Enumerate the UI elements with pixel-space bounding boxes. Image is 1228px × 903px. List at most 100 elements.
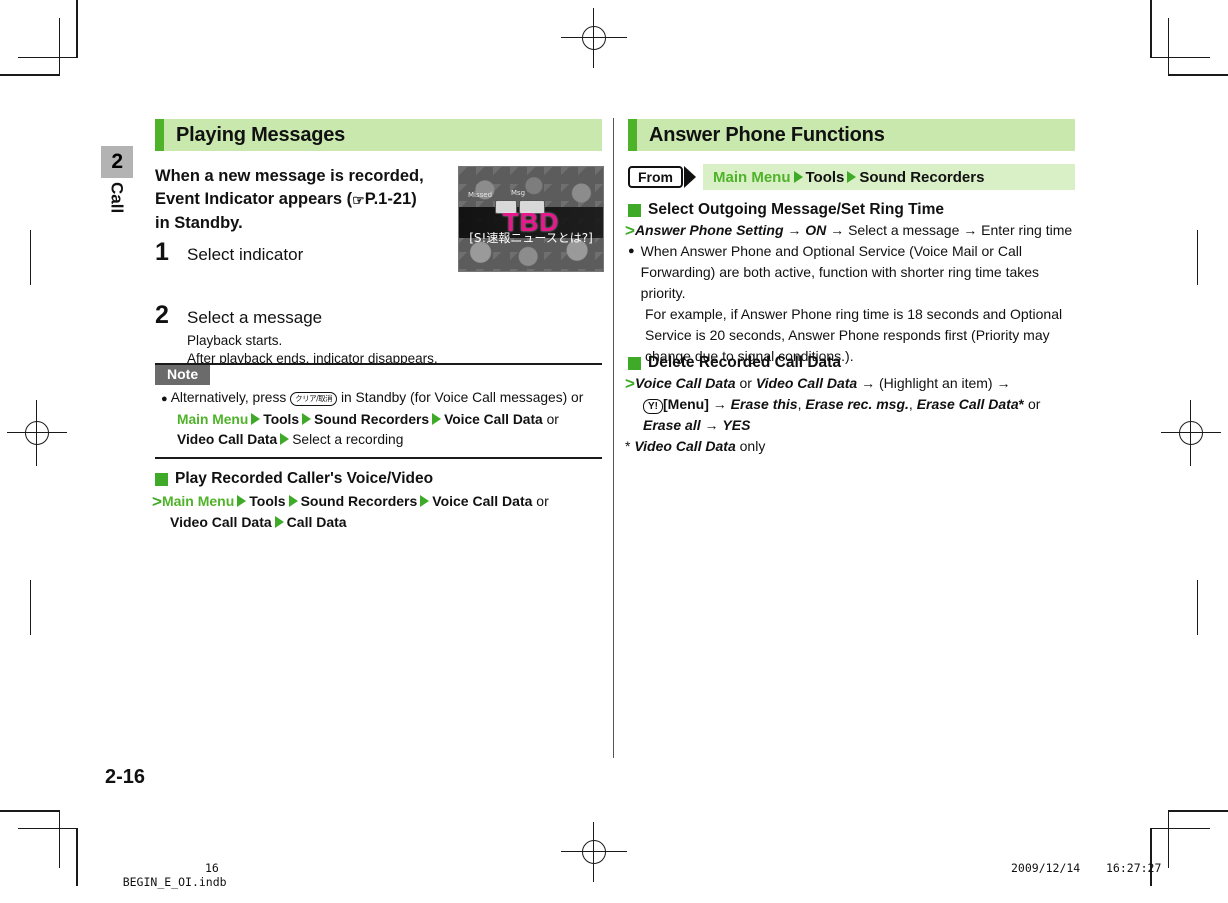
- lead-line-2-text: Event Indicator appears (: [155, 190, 353, 208]
- trim-mark-bottom-right-v: [1168, 811, 1169, 868]
- proc-sep-1: →: [783, 222, 806, 238]
- proc-line-1-tail: or: [536, 493, 549, 509]
- proc-video-call-data: Video Call Data: [755, 375, 858, 391]
- arrow-icon: [432, 412, 442, 425]
- arrow-icon: [847, 171, 857, 183]
- section-accent-bar: [628, 119, 637, 151]
- proc-yes: YES: [722, 417, 751, 433]
- trim-mark-top-right-h: [1151, 57, 1210, 58]
- crop-mark-bottom-right-h: [1168, 810, 1228, 812]
- note-path-voice-call-data: Voice Call Data: [444, 411, 543, 427]
- left-section-header: Playing Messages: [155, 119, 602, 151]
- trim-mark-top-right-v: [1168, 18, 1169, 75]
- left-subsection-heading-text: Play Recorded Caller's Voice/Video: [175, 470, 434, 487]
- screenshot-caption: [S!速報ニュースとは?]: [469, 231, 593, 246]
- section-accent-bar: [155, 119, 164, 151]
- step-2: 2 Select a message Playback starts. Afte…: [155, 303, 575, 368]
- left-proc-line-1: >Main Menu Tools Sound Recorders Voice Call…: [152, 491, 602, 512]
- proc-video-call-data: Video Call Data: [170, 514, 272, 530]
- lead-line-1: When a new message is recorded,: [155, 167, 424, 185]
- proc-arrow-text-1: → (Highlight an item) →: [861, 375, 1011, 391]
- right-block-2-heading: Delete Recorded Call Data: [628, 354, 841, 372]
- from-path-main-menu: Main Menu: [713, 168, 791, 186]
- right-proc2-line-2: Y! [Menu] → Erase this, Erase rec. msg., …: [625, 394, 1080, 415]
- lead-line-2: Event Indicator appears (☞P.1-21): [155, 188, 445, 212]
- note-body: ● Alternatively, press クリア/取消 in Standby…: [155, 385, 602, 457]
- right-block-2-heading-text: Delete Recorded Call Data: [648, 354, 841, 371]
- arrow-icon: [793, 171, 803, 183]
- proc-comma-2: ,: [908, 396, 913, 412]
- screenshot-mini-label-missed: Missed: [468, 191, 493, 199]
- chevron-right-icon: >: [625, 374, 635, 393]
- proc-or-1: or: [739, 375, 752, 391]
- from-arrow-icon: [684, 166, 696, 188]
- footer-date: 2009/12/14: [1011, 861, 1081, 875]
- green-square-icon: [155, 472, 168, 486]
- side-tick-left-lower: [30, 580, 31, 635]
- chevron-right-icon: >: [152, 492, 162, 511]
- menu-key-icon: Y!: [643, 399, 663, 414]
- note-line-2: Main Menu Tools Sound Recorders Voice Call …: [161, 410, 596, 431]
- footnote-asterisk: *: [625, 438, 631, 454]
- left-subsection-procedure: >Main Menu Tools Sound Recorders Voice Call…: [152, 491, 602, 533]
- footer-time: 16:27:27: [1106, 861, 1162, 875]
- arrow-icon: [288, 495, 298, 507]
- crop-mark-top-right-v: [1150, 0, 1152, 58]
- trim-mark-top-left-h: [18, 57, 77, 58]
- crop-mark-bottom-right-v: [1150, 828, 1152, 886]
- arrow-icon: [251, 412, 261, 425]
- arrow-icon: [302, 412, 312, 425]
- note-tag-row: Note: [155, 365, 602, 385]
- green-square-icon: [628, 203, 641, 217]
- step-2-number: 2: [155, 301, 169, 329]
- right-block-1-bullets: ● When Answer Phone and Optional Service…: [628, 241, 1080, 367]
- proc-answer-phone-setting: Answer Phone Setting: [634, 222, 784, 238]
- crop-mark-top-right-h: [1168, 74, 1228, 76]
- proc-main-menu: Main Menu: [161, 493, 235, 509]
- note-bullet: ●: [161, 393, 168, 405]
- note-line-3-tail: Select a recording: [292, 432, 404, 447]
- trim-mark-top-left-v: [59, 18, 60, 75]
- right-bullet-1: ● When Answer Phone and Optional Service…: [628, 241, 1080, 304]
- note-line-1: ● Alternatively, press クリア/取消 in Standby…: [161, 388, 596, 410]
- column-divider: [613, 118, 614, 758]
- step-1-title: Select indicator: [187, 245, 304, 264]
- note-box: Note ● Alternatively, press クリア/取消 in St…: [155, 363, 602, 459]
- right-block-2-procedure: >Voice Call Data or Video Call Data → (H…: [625, 373, 1080, 457]
- note-path-tools: Tools: [263, 411, 300, 427]
- clear-cancel-key-icon: クリア/取消: [290, 392, 338, 406]
- side-tick-right-lower: [1197, 580, 1198, 635]
- crop-mark-top-left-h: [0, 74, 60, 76]
- arrow-icon: [274, 516, 284, 528]
- right-section-header: Answer Phone Functions: [628, 119, 1075, 151]
- right-block-1-heading: Select Outgoing Message/Set Ring Time: [628, 201, 944, 219]
- right-block-1-procedure: >Answer Phone Setting → ON → Select a me…: [625, 220, 1080, 241]
- chevron-right-icon: >: [625, 221, 635, 240]
- right-proc2-line-3: Erase all → YES: [625, 415, 1080, 436]
- chapter-number: 2: [111, 150, 123, 173]
- left-proc-line-2: Video Call Data Call Data: [152, 512, 602, 533]
- step-2-title: Select a message: [187, 308, 323, 327]
- right-section-title: Answer Phone Functions: [649, 123, 885, 146]
- green-square-icon: [628, 356, 641, 370]
- note-tag: Note: [155, 365, 211, 385]
- registration-mark-top: [561, 8, 627, 68]
- from-path-tools: Tools: [805, 168, 845, 186]
- left-lead-paragraph: When a new message is recorded, Event In…: [155, 165, 445, 235]
- step-1: 1 Select indicator: [155, 240, 445, 265]
- footnote-term: Video Call Data: [634, 438, 736, 454]
- side-tick-right-upper: [1197, 230, 1198, 285]
- proc-erase-this: Erase this: [730, 396, 798, 412]
- trim-mark-bottom-left-h: [18, 828, 77, 829]
- note-line-1-pre: Alternatively, press: [170, 390, 287, 405]
- proc-or-2: or: [1027, 396, 1041, 412]
- note-path-video-call-data: Video Call Data: [177, 432, 278, 447]
- proc-arrow-3: →: [704, 417, 719, 433]
- crop-mark-top-left-v: [76, 0, 78, 58]
- right-proc-line-1: >Answer Phone Setting → ON → Select a me…: [625, 220, 1080, 241]
- pointing-hand-icon: ☞: [352, 192, 365, 208]
- chapter-number-tab: 2: [101, 146, 133, 178]
- right-proc2-line-1: >Voice Call Data or Video Call Data → (H…: [625, 373, 1080, 394]
- right-bullet-1-text: When Answer Phone and Optional Service (…: [640, 243, 1040, 301]
- proc-tools: Tools: [249, 493, 286, 509]
